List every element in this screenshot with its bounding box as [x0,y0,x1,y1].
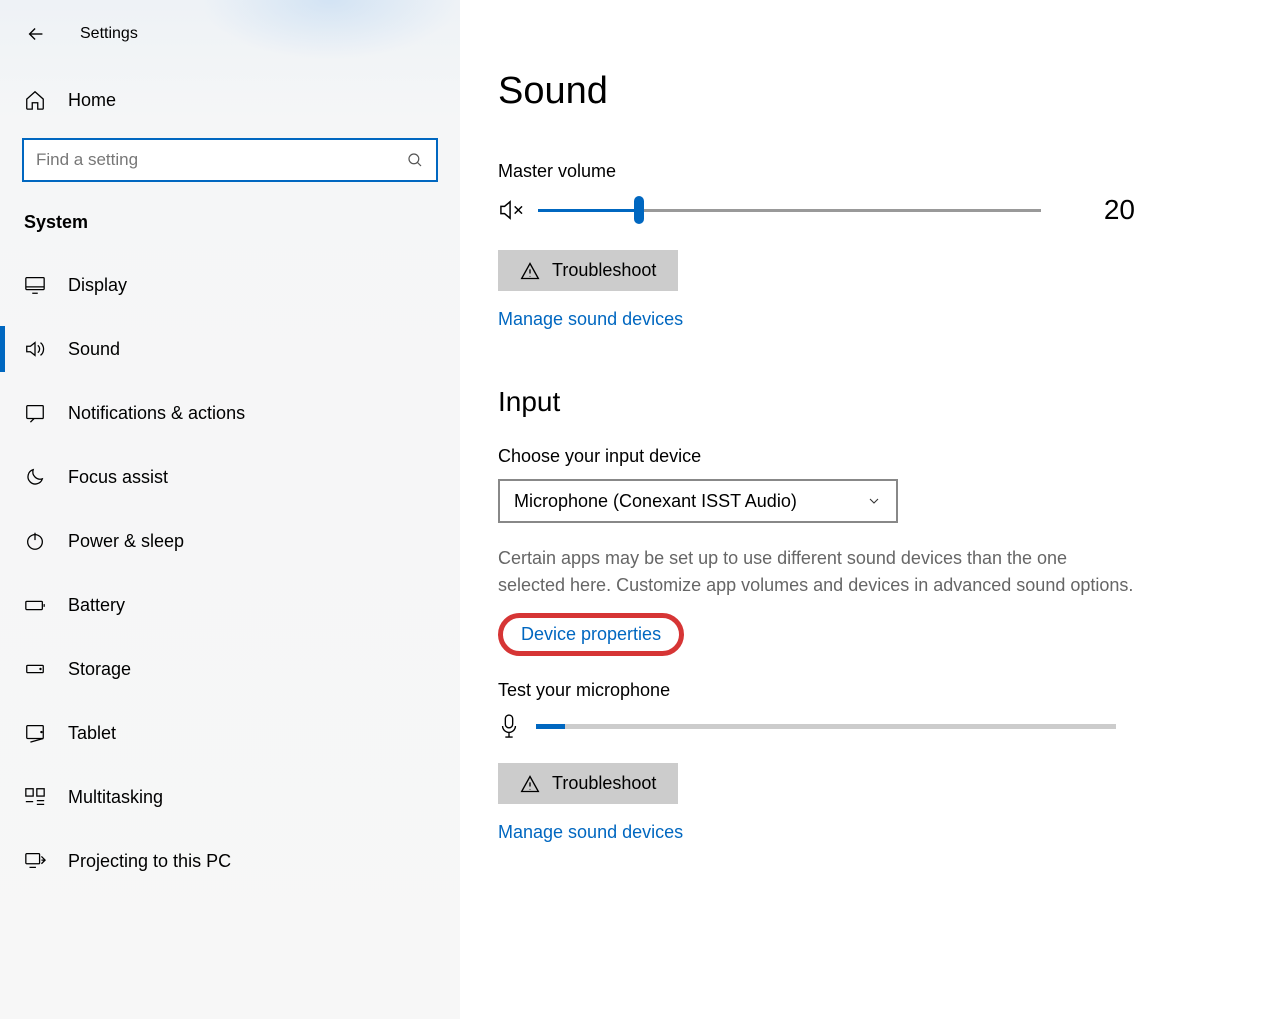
speaker-icon [24,338,46,360]
sidebar-item-display[interactable]: Display [0,253,460,317]
slider-thumb[interactable] [634,196,644,224]
troubleshoot-input-button[interactable]: Troubleshoot [498,763,678,804]
sidebar-item-label: Sound [68,339,120,360]
warning-icon [520,261,540,281]
arrow-left-icon [25,23,47,45]
titlebar: Settings [0,12,460,72]
sidebar-item-label: Power & sleep [68,531,184,552]
back-button[interactable] [18,16,54,52]
device-properties-link[interactable]: Device properties [521,624,661,645]
volume-value: 20 [1075,194,1135,226]
sidebar-item-sound[interactable]: Sound [0,317,460,381]
sidebar-item-battery[interactable]: Battery [0,573,460,637]
volume-row: 20 [498,194,1135,226]
notification-icon [24,402,46,424]
sidebar-item-label: Notifications & actions [68,403,245,424]
sidebar-item-label: Storage [68,659,131,680]
search-icon [406,151,424,169]
mic-level-fill [536,724,565,729]
mic-test-row [498,713,1135,739]
sidebar: Settings Home System Display Sound Notific… [0,0,460,1019]
project-icon [24,850,46,872]
input-hint-text: Certain apps may be set up to use differ… [498,545,1135,599]
settings-window: Settings Home System Display Sound Notific… [0,0,1275,1019]
sidebar-item-multitasking[interactable]: Multitasking [0,765,460,829]
monitor-icon [24,274,46,296]
sidebar-item-notifications[interactable]: Notifications & actions [0,381,460,445]
chevron-down-icon [866,493,882,509]
mic-level-bar [536,724,1116,729]
sidebar-item-label: Focus assist [68,467,168,488]
sidebar-item-projecting[interactable]: Projecting to this PC [0,829,460,893]
input-section-header: Input [498,386,1135,418]
app-title: Settings [80,25,138,43]
master-volume-label: Master volume [498,161,1135,182]
microphone-icon [498,713,520,739]
page-title: Sound [498,70,1135,113]
manage-output-devices-link[interactable]: Manage sound devices [498,309,683,330]
storage-icon [24,658,46,680]
sidebar-item-label: Multitasking [68,787,163,808]
search-container [0,128,460,200]
choose-input-label: Choose your input device [498,446,1135,467]
test-mic-label: Test your microphone [498,680,1135,701]
multitask-icon [24,786,46,808]
home-label: Home [68,90,116,111]
search-box[interactable] [22,138,438,182]
input-device-select[interactable]: Microphone (Conexant ISST Audio) [498,479,898,523]
battery-icon [24,594,46,616]
sidebar-item-tablet[interactable]: Tablet [0,701,460,765]
sidebar-item-storage[interactable]: Storage [0,637,460,701]
volume-slider[interactable] [538,198,1041,222]
sidebar-item-power-sleep[interactable]: Power & sleep [0,509,460,573]
sidebar-item-label: Tablet [68,723,116,744]
sidebar-item-label: Battery [68,595,125,616]
warning-icon [520,774,540,794]
sidebar-item-focus-assist[interactable]: Focus assist [0,445,460,509]
home-icon [24,89,46,111]
speaker-mute-icon[interactable] [498,199,524,221]
button-label: Troubleshoot [552,773,656,794]
category-header: System [0,200,460,253]
manage-input-devices-link[interactable]: Manage sound devices [498,822,683,843]
button-label: Troubleshoot [552,260,656,281]
tablet-icon [24,722,46,744]
sidebar-item-label: Display [68,275,127,296]
select-value: Microphone (Conexant ISST Audio) [514,491,797,512]
main-content: Sound Master volume 20 Troubleshoot Mana… [460,0,1275,1019]
search-input[interactable] [36,150,406,170]
power-icon [24,530,46,552]
moon-icon [24,466,46,488]
home-nav[interactable]: Home [0,72,460,128]
annotation-highlight: Device properties [498,613,684,656]
troubleshoot-output-button[interactable]: Troubleshoot [498,250,678,291]
nav-list: Display Sound Notifications & actions Focus… [0,253,460,893]
sidebar-item-label: Projecting to this PC [68,851,231,872]
slider-fill [538,209,639,212]
